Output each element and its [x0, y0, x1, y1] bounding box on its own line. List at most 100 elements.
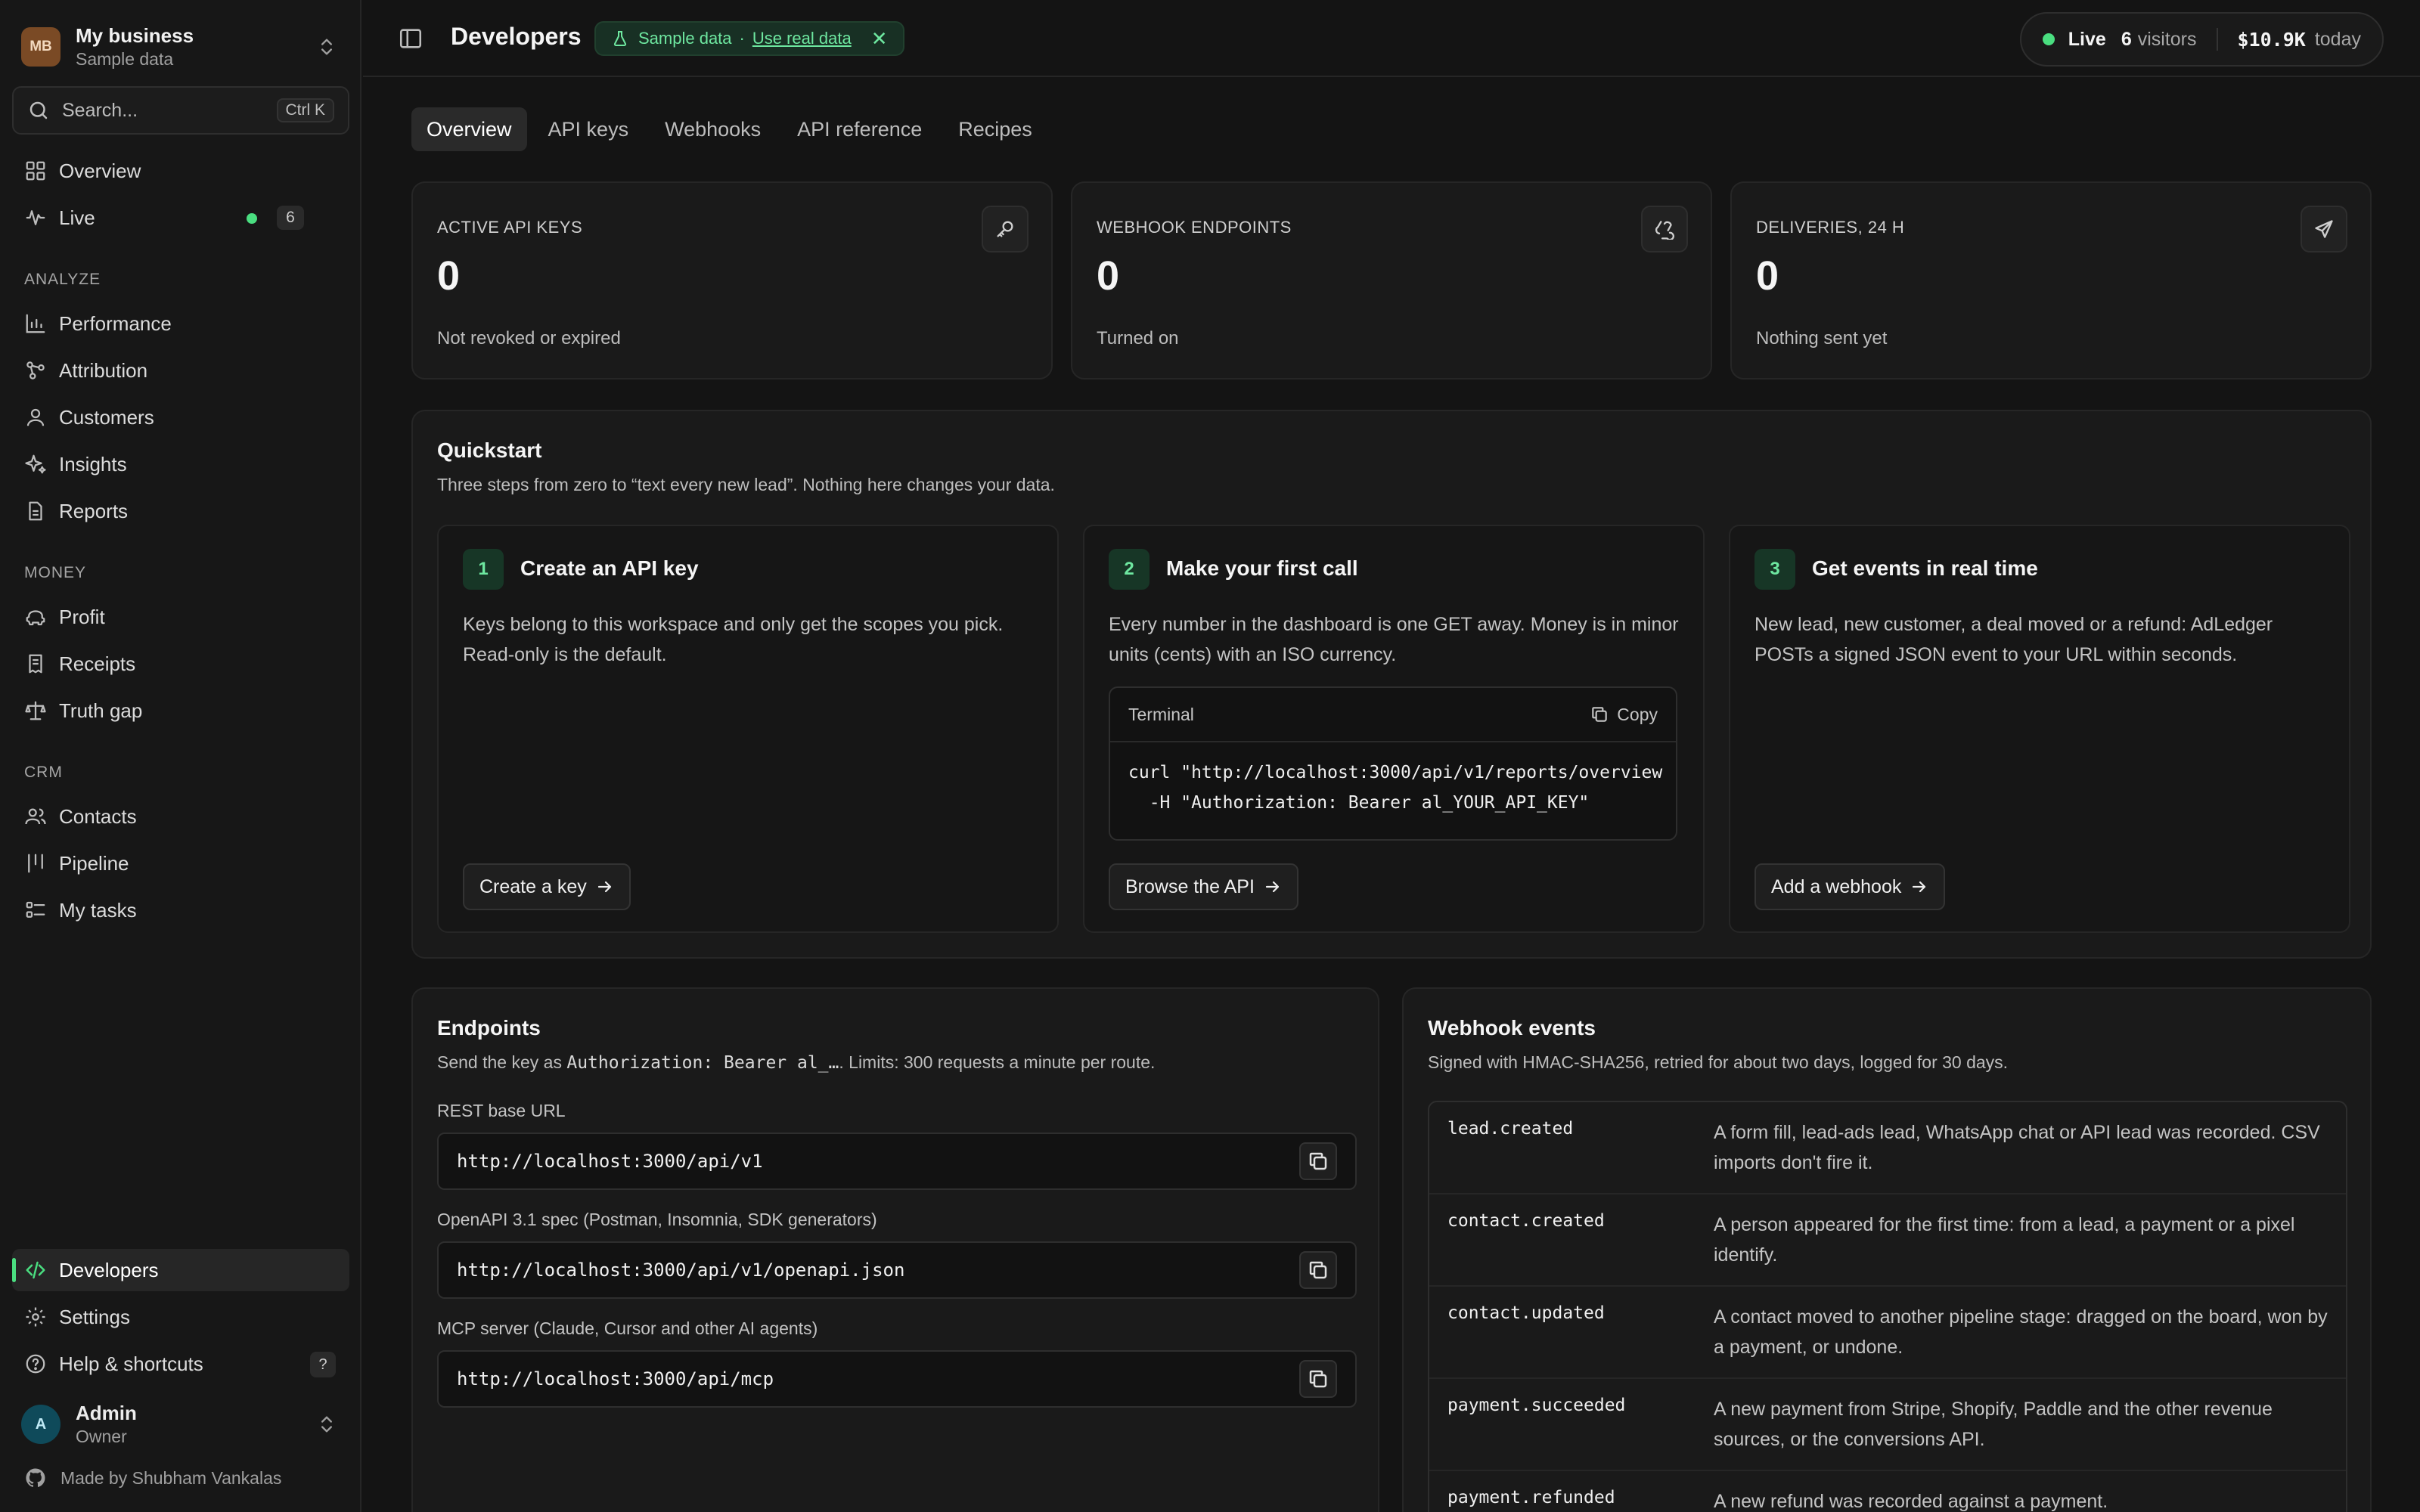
sidebar-item-label: Customers	[59, 405, 154, 429]
copy-label: Copy	[1617, 704, 1658, 724]
tab-api-keys[interactable]: API keys	[533, 107, 644, 151]
table-row: contact.updated A contact moved to anoth…	[1429, 1287, 2346, 1379]
copy-button[interactable]	[1299, 1142, 1337, 1180]
sidebar: MB My business Sample data Search... Ctr…	[0, 0, 361, 1512]
sidebar-item-reports[interactable]: Reports	[12, 490, 349, 532]
browse-api-button[interactable]: Browse the API	[1109, 863, 1298, 910]
top-bar: Developers Sample data · Use real data ✕…	[363, 0, 2420, 77]
events-table: lead.created A form fill, lead-ads lead,…	[1428, 1101, 2347, 1512]
field-label: MCP server (Claude, Cursor and other AI …	[437, 1318, 818, 1338]
live-status-dot	[2042, 33, 2055, 45]
sidebar-item-label: Live	[59, 206, 95, 229]
openapi-spec-url-field[interactable]: http://localhost:3000/api/v1/openapi.jso…	[437, 1241, 1357, 1299]
user-menu[interactable]: A Admin Owner	[21, 1399, 345, 1450]
table-row: contact.created A person appeared for th…	[1429, 1194, 2346, 1287]
table-row: lead.created A form fill, lead-ads lead,…	[1429, 1102, 2346, 1194]
key-icon[interactable]	[982, 206, 1028, 253]
sidebar-toggle-icon[interactable]	[398, 26, 424, 51]
close-icon[interactable]: ✕	[871, 27, 888, 51]
sidebar-item-label: Insights	[59, 452, 127, 476]
sample-data-banner: Sample data · Use real data ✕	[594, 21, 904, 56]
stat-card-webhook-endpoints: WEBHOOK ENDPOINTS 0 Turned on	[1071, 181, 1712, 380]
copy-icon	[1309, 1261, 1327, 1279]
step-title: Get events in real time	[1812, 556, 2038, 580]
send-icon[interactable]	[2301, 206, 2347, 253]
url-value: http://localhost:3000/api/mcp	[457, 1368, 774, 1390]
stat-card-deliveries: DELIVERIES, 24 H 0 Nothing sent yet	[1730, 181, 2372, 380]
sidebar-item-contacts[interactable]: Contacts	[12, 795, 349, 838]
event-name: contact.updated	[1447, 1303, 1605, 1323]
use-real-data-link[interactable]: Use real data	[752, 29, 852, 48]
table-row: payment.refunded A new refund was record…	[1429, 1471, 2346, 1512]
revenue-period: today	[2314, 28, 2361, 50]
live-count-badge: 6	[277, 206, 304, 230]
sidebar-item-label: Performance	[59, 311, 172, 335]
copy-button[interactable]	[1299, 1251, 1337, 1289]
sidebar-item-profit[interactable]: Profit	[12, 596, 349, 638]
webhook-icon[interactable]	[1641, 206, 1688, 253]
arrow-right-icon	[1913, 881, 1926, 893]
add-webhook-button[interactable]: Add a webhook	[1754, 863, 1946, 910]
url-value: http://localhost:3000/api/v1	[457, 1151, 763, 1172]
live-visitors-widget[interactable]: Live 6 visitors $10.9K today	[2019, 12, 2384, 67]
separator: ·	[739, 29, 745, 48]
stat-label: WEBHOOK ENDPOINTS	[1097, 218, 1292, 237]
page-title: Developers	[451, 23, 582, 50]
tab-recipes[interactable]: Recipes	[943, 107, 1047, 151]
url-value: http://localhost:3000/api/v1/openapi.jso…	[457, 1259, 905, 1281]
sidebar-item-truth-gap[interactable]: Truth gap	[12, 689, 349, 732]
sidebar-item-label: My tasks	[59, 898, 137, 922]
create-key-button[interactable]: Create a key	[463, 863, 631, 910]
sidebar-item-my-tasks[interactable]: My tasks	[12, 889, 349, 931]
copy-button[interactable]	[1299, 1360, 1337, 1398]
step-card-3: 3 Get events in real time New lead, new …	[1729, 525, 2350, 933]
sidebar-item-performance[interactable]: Performance	[12, 302, 349, 345]
sidebar-item-live[interactable]: Live 6	[12, 197, 349, 239]
arrow-right-icon	[597, 881, 611, 893]
sidebar-item-settings[interactable]: Settings	[12, 1296, 349, 1338]
webhook-events-section: Webhook events Signed with HMAC-SHA256, …	[1402, 987, 2372, 1512]
workspace-logo: MB	[21, 27, 60, 67]
github-icon	[26, 1468, 45, 1487]
auth-header-code: Authorization: Bearer al_…	[566, 1053, 839, 1073]
section-subtitle: Three steps from zero to “text every new…	[437, 475, 1055, 494]
sidebar-item-label: Pipeline	[59, 851, 129, 875]
sidebar-item-pipeline[interactable]: Pipeline	[12, 842, 349, 885]
section-subtitle: Signed with HMAC-SHA256, retried for abo…	[1428, 1052, 2009, 1072]
tab-overview[interactable]: Overview	[411, 107, 527, 151]
made-by-link[interactable]: Made by Shubham Vankalas	[24, 1467, 281, 1489]
sidebar-item-overview[interactable]: Overview	[12, 150, 349, 192]
tab-api-reference[interactable]: API reference	[782, 107, 937, 151]
rest-base-url-field[interactable]: http://localhost:3000/api/v1	[437, 1132, 1357, 1190]
divider	[2216, 28, 2218, 51]
event-name: contact.created	[1447, 1211, 1605, 1231]
event-name: lead.created	[1447, 1119, 1574, 1139]
step-card-1: 1 Create an API key Keys belong to this …	[437, 525, 1059, 933]
sidebar-item-label: Help & shortcuts	[59, 1352, 203, 1375]
step-number: 2	[1109, 549, 1150, 590]
mcp-server-url-field[interactable]: http://localhost:3000/api/mcp	[437, 1350, 1357, 1408]
workspace-switcher[interactable]: MB My business Sample data	[21, 23, 345, 71]
endpoints-section: Endpoints Send the key as Authorization:…	[411, 987, 1379, 1512]
sidebar-item-label: Settings	[59, 1305, 130, 1328]
sidebar-item-insights[interactable]: Insights	[12, 443, 349, 485]
kanban-icon	[28, 854, 43, 873]
code-line: -H "Authorization: Bearer al_YOUR_API_KE…	[1128, 793, 1590, 813]
button-label: Add a webhook	[1771, 875, 1902, 897]
search-box[interactable]: Search... Ctrl K	[12, 86, 349, 135]
sidebar-item-attribution[interactable]: Attribution	[12, 349, 349, 392]
quickstart-section: Quickstart Three steps from zero to “tex…	[411, 410, 2372, 959]
grid-icon	[26, 161, 45, 181]
sidebar-item-help[interactable]: Help & shortcuts ?	[12, 1343, 349, 1385]
copy-button[interactable]: Copy	[1590, 705, 1658, 725]
sidebar-item-receipts[interactable]: Receipts	[12, 643, 349, 685]
users-icon	[25, 808, 46, 825]
tab-webhooks[interactable]: Webhooks	[650, 107, 776, 151]
step-title: Make your first call	[1166, 556, 1358, 580]
search-placeholder: Search...	[62, 99, 138, 121]
visitors-label: visitors	[2137, 28, 2197, 50]
sidebar-item-customers[interactable]: Customers	[12, 396, 349, 438]
checklist-icon	[26, 901, 45, 918]
workspace-subtitle: Sample data	[76, 49, 174, 69]
sidebar-item-developers[interactable]: Developers	[12, 1249, 349, 1291]
